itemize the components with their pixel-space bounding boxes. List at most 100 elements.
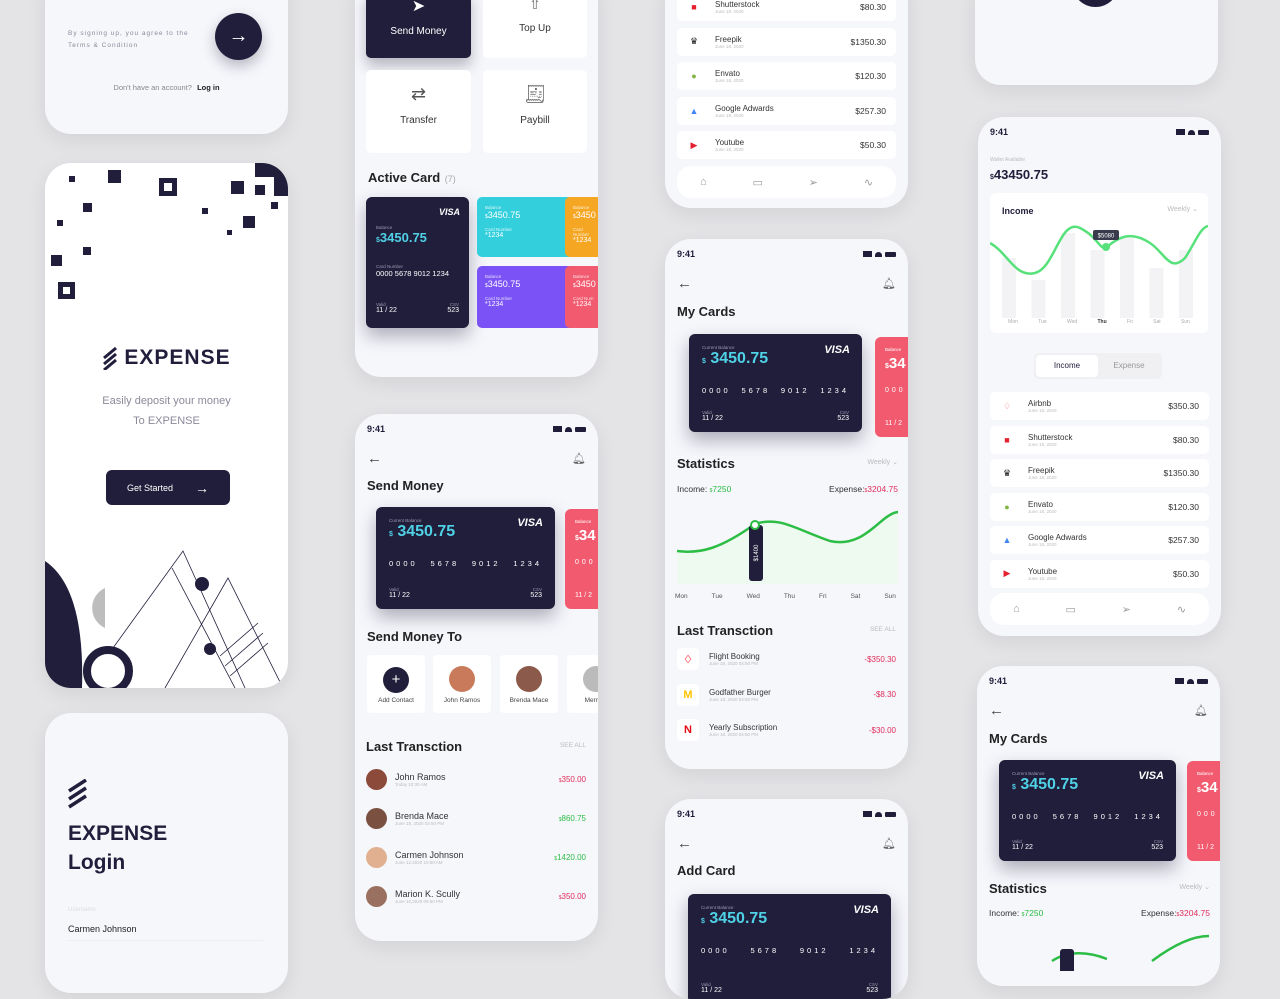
period-dropdown[interactable]: Weekly ⌄ xyxy=(867,458,898,466)
contact-card[interactable]: John Ramos xyxy=(433,655,491,713)
tx-name: Carmen Johnson xyxy=(395,849,464,860)
transaction-row[interactable]: ♢ Flight Booking June 18, 2020 04:50 PM -… xyxy=(677,647,896,671)
transaction-row[interactable]: ▲ Google Adwards June 18, 2020 $257.30 xyxy=(677,96,896,125)
tx-name: Marion K. Scully xyxy=(395,888,461,899)
day-label: Wed xyxy=(746,593,760,600)
nav-home-icon[interactable]: ⌂ xyxy=(700,176,707,188)
avatar xyxy=(516,666,542,692)
mini-card[interactable]: Balance $3450 Card Number *1234 xyxy=(565,197,598,257)
action-paybill[interactable]: 🧾︎ Paybill xyxy=(483,70,587,153)
card-number: *1234 xyxy=(573,237,592,244)
transaction-row[interactable]: ▶ Youtube June 18, 2020 $50.30 xyxy=(677,131,896,159)
peek-card[interactable]: Balance $34 000 11 / 2 xyxy=(565,509,598,609)
nav-send-icon[interactable]: ➢ xyxy=(1122,603,1131,616)
tx-amount: $80.30 xyxy=(860,2,886,12)
tab-expense[interactable]: Expense xyxy=(1098,355,1160,377)
transaction-row[interactable]: ■ Shutterstock June 18, 2020 $80.30 xyxy=(677,0,896,21)
nav-wallet-icon[interactable]: ▭ xyxy=(752,176,762,189)
transaction-row[interactable]: N Yearly Subscription June 18, 2020 04:50… xyxy=(677,718,896,742)
see-all-link[interactable]: SEE ALL xyxy=(870,626,896,633)
last-transaction-title: Last Transction xyxy=(677,623,774,638)
transaction-row[interactable]: ♢ Airbnb June 18, 2020 $350.30 xyxy=(990,392,1209,420)
back-arrow-icon[interactable]: ← xyxy=(989,702,1004,719)
back-arrow-icon[interactable]: ← xyxy=(677,835,692,852)
tx-date: June 18, 2020 xyxy=(1028,408,1057,413)
card-number: *1234 xyxy=(485,301,504,308)
main-card[interactable]: VISA Balance $3450.75 Card Number 0000 5… xyxy=(366,197,469,328)
action-send-money[interactable]: ➤ Send Money xyxy=(366,0,471,58)
nav-send-icon[interactable]: ➢ xyxy=(809,176,818,189)
transaction-row[interactable]: ● Envato June 18, 2020 $120.30 xyxy=(677,62,896,90)
username-label: Username xyxy=(68,907,96,913)
chart-tooltip: $5080 xyxy=(1098,234,1115,240)
contact-card[interactable]: Brenda Mace xyxy=(500,655,558,713)
nav-activity-icon[interactable]: ∿ xyxy=(864,176,873,189)
balance-card[interactable]: VISA Current Balance $ 3450.75 0000 5678 9… xyxy=(688,894,891,999)
get-started-label: Get Started xyxy=(126,482,174,493)
action-top-up[interactable]: ⇧ Top Up xyxy=(483,0,587,58)
tx-amount: $50.30 xyxy=(860,140,886,150)
period-dropdown[interactable]: Weekly ⌄ xyxy=(1167,205,1198,213)
tx-name: Brenda Mace xyxy=(395,810,449,821)
bell-icon[interactable]: 🔔︎ xyxy=(882,837,896,850)
transaction-row[interactable]: ♛ Freepik June 18, 2020 $1350.30 xyxy=(990,459,1209,487)
transaction-row[interactable]: M Godfather Burger June 18, 2020 04:50 PM… xyxy=(677,683,896,707)
transaction-row[interactable]: Carmen Johnson June 12,2020 10:50 AM $14… xyxy=(366,845,586,869)
peek-card[interactable]: Balance $34 000 11 / 2 xyxy=(1187,761,1220,861)
freepik-icon: ♛ xyxy=(689,36,699,46)
username-input[interactable]: Carmen Johnson xyxy=(68,924,263,941)
period-dropdown[interactable]: Weekly ⌄ xyxy=(1179,883,1210,891)
transaction-row[interactable]: ● Envato June 18, 2020 $120.30 xyxy=(990,492,1209,521)
mini-card[interactable]: Balance $3450 Card Num *1234 xyxy=(565,266,598,328)
status-time: 9:41 xyxy=(677,249,696,259)
balance-card[interactable]: VISA Current Balance $ 3450.75 0000 5678 9… xyxy=(376,507,555,609)
transaction-row[interactable]: ▲ Google Adwards June 18, 2020 $257.30 xyxy=(990,526,1209,554)
tx-date: June 18, 2020 xyxy=(1028,508,1057,514)
mountain-illustration xyxy=(45,550,288,688)
income-chart-panel: Income Weekly ⌄ $5080 Mon Tue Wed Thu Fri Sat… xyxy=(990,193,1208,333)
card-number: 0000 5678 9012 1234 xyxy=(376,269,449,278)
signup-next-button[interactable] xyxy=(1072,0,1119,7)
transaction-row[interactable]: ■ Shutterstock June 18, 2020 $80.30 xyxy=(990,425,1209,454)
transaction-row[interactable]: ♛ Freepik June 18, 2020 $1350.30 xyxy=(677,27,896,56)
see-all-link[interactable]: SEE ALL xyxy=(560,742,586,749)
peek-card[interactable]: Balance $34 000 11 / 2 xyxy=(875,337,908,437)
back-arrow-icon[interactable]: ← xyxy=(677,275,692,292)
transaction-row[interactable]: John Ramos Today 10:30 AM $350.00 xyxy=(366,767,586,791)
status-icons xyxy=(863,809,896,819)
tx-name: Shutterstock xyxy=(715,0,760,9)
transaction-row[interactable]: ▶ Youtube June 18, 2020 $50.30 xyxy=(990,559,1209,588)
day-label: Sun xyxy=(884,593,896,600)
tx-date: June 18, 2020 xyxy=(1028,475,1057,480)
login-link[interactable]: Log in xyxy=(197,83,220,92)
signup-next-button[interactable]: → xyxy=(215,13,262,60)
nav-wallet-icon[interactable]: ▭ xyxy=(1065,603,1075,616)
nav-activity-icon[interactable]: ∿ xyxy=(1177,603,1186,616)
bell-icon[interactable]: 🔔︎ xyxy=(1194,704,1208,717)
tx-amount: $80.30 xyxy=(1173,434,1199,445)
action-transfer[interactable]: ⇄ Transfer xyxy=(366,70,471,153)
signup-screen-copy xyxy=(975,0,1218,85)
add-contact-button[interactable]: + Add Contact xyxy=(367,655,425,713)
airbnb-icon: ♢ xyxy=(1002,400,1012,411)
nav-home-icon[interactable]: ⌂ xyxy=(1013,603,1020,615)
balance-card[interactable]: VISA Current Balance $ 3450.75 0000 5678 9… xyxy=(999,760,1176,861)
send-icon: ➤ xyxy=(411,0,426,15)
card-number: 0000 5678 9012 1234 xyxy=(1012,812,1163,821)
bell-icon[interactable]: 🔔︎ xyxy=(882,277,896,290)
expense-value: 3204.75 xyxy=(1179,908,1210,918)
transaction-row[interactable]: Marion K. Scully June 10,2020 09:50 PM $… xyxy=(366,884,586,908)
valid-date: 11 / 22 xyxy=(701,987,722,994)
day-label: Tue xyxy=(711,593,723,600)
tx-amount: $257.30 xyxy=(1168,535,1199,545)
balance-card[interactable]: VISA Current Balance $ 3450.75 0000 5678 9… xyxy=(689,334,862,432)
get-started-button[interactable]: Get Started → xyxy=(106,470,230,505)
back-arrow-icon[interactable]: ← xyxy=(367,450,382,467)
tab-income[interactable]: Income xyxy=(1036,355,1098,377)
bell-icon[interactable]: 🔔︎ xyxy=(572,452,586,465)
contact-card[interactable]: Merry B xyxy=(567,655,598,713)
chart-bar xyxy=(1149,268,1164,318)
transaction-row[interactable]: Brenda Mace June 18, 2020 04:50 PM $860.… xyxy=(366,806,586,830)
card-number-label: Card Num xyxy=(573,296,594,301)
airbnb-icon: ♢ xyxy=(677,648,699,670)
